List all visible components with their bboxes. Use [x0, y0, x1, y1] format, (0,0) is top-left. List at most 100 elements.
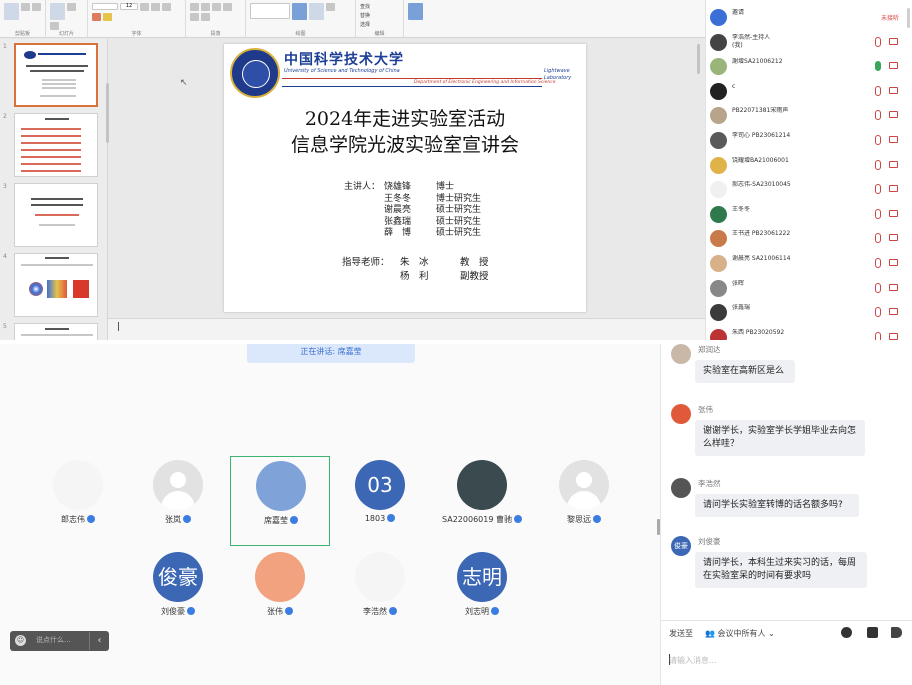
bullets-icon[interactable] [190, 3, 199, 11]
microphone-icon[interactable] [875, 307, 881, 318]
slide-thumbnail-4[interactable] [14, 253, 98, 317]
camera-icon[interactable] [889, 308, 898, 316]
participant-row[interactable]: 张晖 [706, 277, 912, 301]
participant-row[interactable]: 饶耀增BA21006001 [706, 154, 912, 178]
font-color-icon[interactable] [92, 13, 101, 21]
slide-thumbnail-2[interactable] [14, 113, 98, 177]
microphone-icon[interactable] [875, 208, 881, 219]
thumbnail-scrollbar[interactable] [106, 83, 109, 143]
slide-thumbnail-1[interactable] [14, 43, 98, 107]
microphone-icon[interactable] [875, 85, 881, 96]
shapes-gallery[interactable] [250, 3, 290, 19]
emoji-icon[interactable] [841, 627, 852, 638]
slide-scrollbar[interactable] [697, 44, 700, 74]
participant-tile[interactable]: 李浩然 [330, 548, 430, 638]
participant-row[interactable]: 谢晨亮 SA21006114 [706, 252, 912, 276]
participant-tile[interactable]: 志明 刘志明 [432, 548, 532, 638]
slide-canvas[interactable]: 中国科学技术大学 University of Science and Techn… [224, 44, 586, 312]
microphone-icon[interactable] [875, 331, 881, 340]
slide-title-line2: 信息学院光波实验室宣讲会 [290, 134, 519, 156]
copy-icon[interactable] [32, 3, 41, 11]
participant-row[interactable]: 张鑫瑞 [706, 301, 912, 325]
select-button[interactable]: 选择 [360, 21, 399, 28]
microphone-icon[interactable] [875, 61, 881, 72]
participant-row[interactable]: 王冬冬 [706, 203, 912, 227]
camera-icon[interactable] [889, 332, 898, 340]
font-family-select[interactable] [92, 3, 118, 10]
camera-icon[interactable] [889, 62, 898, 70]
participant-row[interactable]: 邀请 未接听 [706, 6, 912, 30]
arrange-icon[interactable] [292, 3, 307, 20]
highlight-icon[interactable] [103, 13, 112, 21]
participant-row[interactable]: c [706, 80, 912, 104]
align-center-icon[interactable] [190, 13, 199, 21]
camera-icon[interactable] [889, 86, 898, 94]
reset-icon[interactable] [50, 22, 59, 30]
participant-row[interactable]: 李司心 PB23061214 [706, 129, 912, 153]
camera-icon[interactable] [889, 283, 898, 291]
camera-icon[interactable] [889, 185, 898, 193]
new-slide-icon[interactable] [50, 3, 65, 20]
microphone-icon[interactable] [875, 258, 881, 268]
microphone-icon[interactable] [875, 159, 881, 170]
camera-icon[interactable] [889, 209, 898, 217]
quick-styles-icon[interactable] [309, 3, 324, 20]
microphone-icon[interactable] [875, 135, 881, 145]
layout-icon[interactable] [67, 3, 76, 11]
font-size-select[interactable]: 12 [120, 3, 138, 10]
align-right-icon[interactable] [201, 13, 210, 21]
collapse-chat-button[interactable]: ‹ [89, 632, 109, 650]
camera-icon[interactable] [889, 37, 898, 45]
participant-tile[interactable]: 郎志伟 [28, 456, 128, 546]
underline-icon[interactable] [162, 3, 171, 11]
participant-row[interactable]: 郝志伟-SA23010045 [706, 178, 912, 202]
camera-icon[interactable] [889, 259, 898, 266]
bold-icon[interactable] [140, 3, 149, 11]
slide-thumbnail-3[interactable] [14, 183, 98, 247]
cut-icon[interactable] [21, 3, 30, 11]
participant-tile[interactable]: 张伟 [230, 548, 330, 638]
microphone-icon[interactable] [875, 233, 881, 244]
participant-row[interactable]: 李浩然-主持人 (我) [706, 31, 912, 55]
numbering-icon[interactable] [201, 3, 210, 11]
paste-icon[interactable] [4, 3, 19, 20]
participant-tile[interactable]: 张岚 [128, 456, 228, 546]
participant-tile[interactable]: 席嘉莹 [230, 456, 330, 546]
avatar [710, 9, 727, 26]
microphone-icon[interactable] [875, 110, 881, 121]
camera-icon[interactable] [889, 136, 898, 143]
avatar [710, 230, 727, 248]
designer-icon[interactable] [408, 3, 423, 20]
tile-name-label: 张岚 [165, 515, 181, 524]
align-left-icon[interactable] [223, 3, 232, 11]
participant-tile[interactable]: 03 1803 [330, 456, 430, 546]
microphone-icon[interactable] [875, 282, 881, 293]
file-icon[interactable] [867, 627, 878, 638]
shape-fill-icon[interactable] [326, 3, 335, 11]
participant-row[interactable]: 謝增SA21006212 [706, 55, 912, 79]
microphone-icon[interactable] [875, 184, 881, 195]
replace-button[interactable]: 替换 [360, 12, 399, 19]
participant-tile[interactable]: 黎思远 [534, 456, 634, 546]
participant-tile[interactable]: SA22006019 曹驰 [432, 456, 532, 546]
participant-tile[interactable]: 俊豪 刘俊豪 [128, 548, 228, 638]
participant-scrollbar[interactable] [907, 8, 910, 28]
participant-row[interactable]: 王书进 PB23061222 [706, 227, 912, 251]
participant-row[interactable]: 朱西 PB23020592 [706, 326, 912, 340]
notes-pane[interactable] [108, 318, 705, 340]
indent-icon[interactable] [212, 3, 221, 11]
emoji-icon[interactable]: ☺ [15, 635, 26, 646]
find-button[interactable]: 查找 [360, 3, 399, 10]
participant-row[interactable]: PB22071381宋雨声 [706, 104, 912, 128]
camera-icon[interactable] [889, 111, 898, 119]
camera-icon[interactable] [889, 160, 898, 168]
presenters-label: 主讲人： [344, 182, 381, 192]
slide-thumbnail-5[interactable] [14, 323, 98, 340]
italic-icon[interactable] [151, 3, 160, 11]
screen: 剪贴板 幻灯片 12 字体 段落 绘图 查找 替换 选择 编辑 1 2 3 4 … [0, 0, 912, 685]
send-to-dropdown[interactable]: 👥 会议中所有人 ⌄ [705, 628, 775, 639]
camera-icon[interactable] [889, 234, 898, 242]
announce-icon[interactable] [891, 627, 902, 638]
chat-message-input[interactable] [669, 653, 905, 667]
microphone-icon[interactable] [875, 36, 881, 47]
